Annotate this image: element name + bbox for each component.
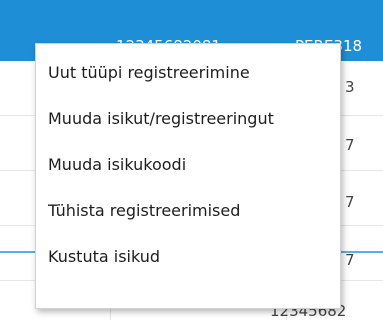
- menu-item-new-registration-type[interactable]: Uut tüüpi registreerimine: [36, 50, 340, 96]
- table-cell-code: 7: [345, 251, 355, 269]
- table-cell-code: 7: [345, 193, 355, 211]
- menu-item-edit-personal-code[interactable]: Muuda isikukoodi: [36, 142, 340, 188]
- menu-item-cancel-registrations[interactable]: Tühista registreerimised: [36, 188, 340, 234]
- table-cell-code: 3: [345, 78, 355, 96]
- menu-item-edit-person[interactable]: Muuda isikut/registreeringut: [36, 96, 340, 142]
- table-cell-code: 7: [345, 136, 355, 154]
- menu-item-delete-persons[interactable]: Kustuta isikud: [36, 234, 340, 280]
- context-menu: Uut tüüpi registreerimine Muuda isikut/r…: [35, 43, 341, 309]
